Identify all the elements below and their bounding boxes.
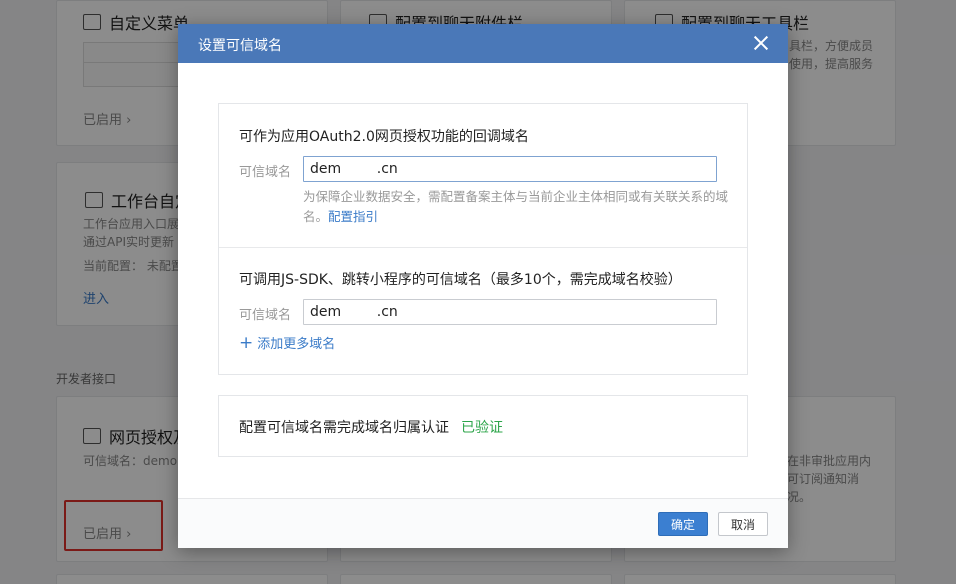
- oauth-domain-label: 可信域名: [239, 165, 292, 180]
- close-icon[interactable]: [750, 32, 772, 54]
- add-more-domains-button[interactable]: + 添加更多域名: [239, 333, 335, 352]
- domain-verify-panel: 配置可信域名需完成域名归属认证 已验证: [218, 395, 748, 457]
- plus-icon: +: [239, 332, 254, 353]
- jssdk-domain-input[interactable]: [303, 299, 717, 325]
- dialog-header: 设置可信域名: [178, 24, 788, 63]
- verify-row: 配置可信域名需完成域名归属认证 已验证: [239, 420, 503, 436]
- dialog-title: 设置可信域名: [198, 38, 282, 54]
- jssdk-domain-label: 可信域名: [239, 308, 292, 323]
- domain-settings-panel: 可作为应用OAuth2.0网页授权功能的回调域名 可信域名 为保障企业数据安全，…: [218, 103, 748, 375]
- oauth-domain-input[interactable]: [303, 156, 717, 182]
- config-guide-link[interactable]: 配置指引: [328, 209, 378, 224]
- section-divider: [219, 247, 747, 248]
- trusted-domain-dialog: 设置可信域名 可作为应用OAuth2.0网页授权功能的回调域名 可信域名 为保障…: [178, 24, 788, 548]
- verified-status: 已验证: [461, 420, 503, 436]
- confirm-button[interactable]: 确定: [658, 512, 708, 536]
- cancel-button[interactable]: 取消: [718, 512, 768, 536]
- oauth-section-title: 可作为应用OAuth2.0网页授权功能的回调域名: [239, 129, 529, 145]
- oauth-hint: 为保障企业数据安全，需配置备案主体与当前企业主体相同或有关联关系的域名。配置指引: [303, 189, 729, 224]
- jssdk-section-title: 可调用JS-SDK、跳转小程序的可信域名（最多10个，需完成域名校验）: [239, 272, 682, 288]
- dialog-footer: 确定 取消: [178, 498, 788, 548]
